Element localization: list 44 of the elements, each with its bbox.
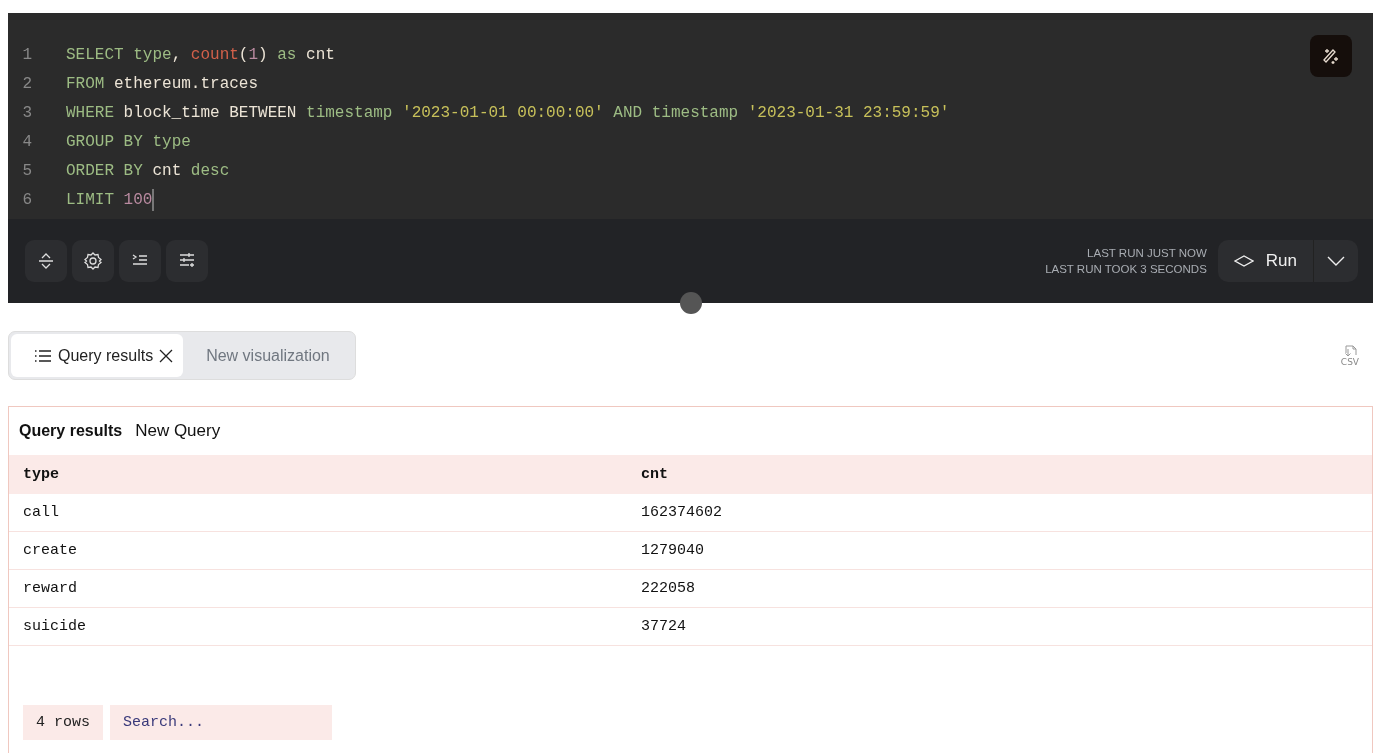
code-line: ORDER BY cnt desc [66, 161, 230, 180]
table-cell: create [23, 542, 77, 559]
code-line: FROM ethereum.traces [66, 74, 259, 93]
column-header: cnt [641, 466, 668, 483]
table-cell: suicide [23, 618, 86, 635]
line-number: 5 [21, 161, 32, 180]
resize-handle[interactable] [680, 292, 702, 314]
line-number: 4 [21, 132, 32, 151]
search-field[interactable]: Search... [110, 705, 332, 740]
query-name: New Query [135, 421, 221, 441]
chevron-down-icon [1327, 256, 1345, 266]
magic-wand-icon [1321, 46, 1341, 66]
table-cell: call [23, 504, 59, 521]
close-icon[interactable] [159, 348, 174, 363]
code-line: SELECT type, count(1) as cnt [66, 45, 335, 64]
table-cell: 162374602 [641, 504, 722, 521]
line-number: 3 [21, 103, 32, 122]
tab[interactable]: New visualization [183, 334, 353, 377]
code-line: GROUP BY type [66, 132, 191, 151]
line-number: 1 [21, 45, 32, 64]
row-count: 4 rows [23, 705, 103, 740]
diamond-icon [1233, 254, 1254, 268]
last-run-text: LAST RUN JUST NOW [1087, 246, 1207, 261]
chevrons-icon [36, 251, 56, 271]
table-cell: 1279040 [641, 542, 704, 559]
table-cell: reward [23, 580, 77, 597]
last-run-text: LAST RUN TOOK 3 SECONDS [1045, 262, 1207, 277]
list-icon [34, 348, 52, 363]
table-cell: 222058 [641, 580, 695, 597]
format-button[interactable] [119, 240, 161, 282]
line-number: 2 [21, 74, 32, 93]
table-cell: 37724 [641, 618, 686, 635]
magic-wand-button[interactable] [1310, 35, 1352, 77]
code-line: LIMIT 100 [66, 188, 155, 211]
tab[interactable]: Query results [11, 334, 184, 377]
code-line: WHERE block_time BETWEEN timestamp '2023-01-01 00:00:00' AND timestamp '2023-01-31 23:59:59' [66, 103, 950, 122]
parameters-button[interactable] [166, 240, 208, 282]
settings-icon [83, 251, 103, 271]
results-title: Query results [19, 422, 123, 440]
expand-collapse-button[interactable] [25, 240, 67, 282]
settings-button[interactable] [72, 240, 114, 282]
column-header: type [23, 466, 59, 483]
line-number: 6 [21, 190, 32, 209]
csv-download-button[interactable]: CSV [1340, 344, 1359, 367]
